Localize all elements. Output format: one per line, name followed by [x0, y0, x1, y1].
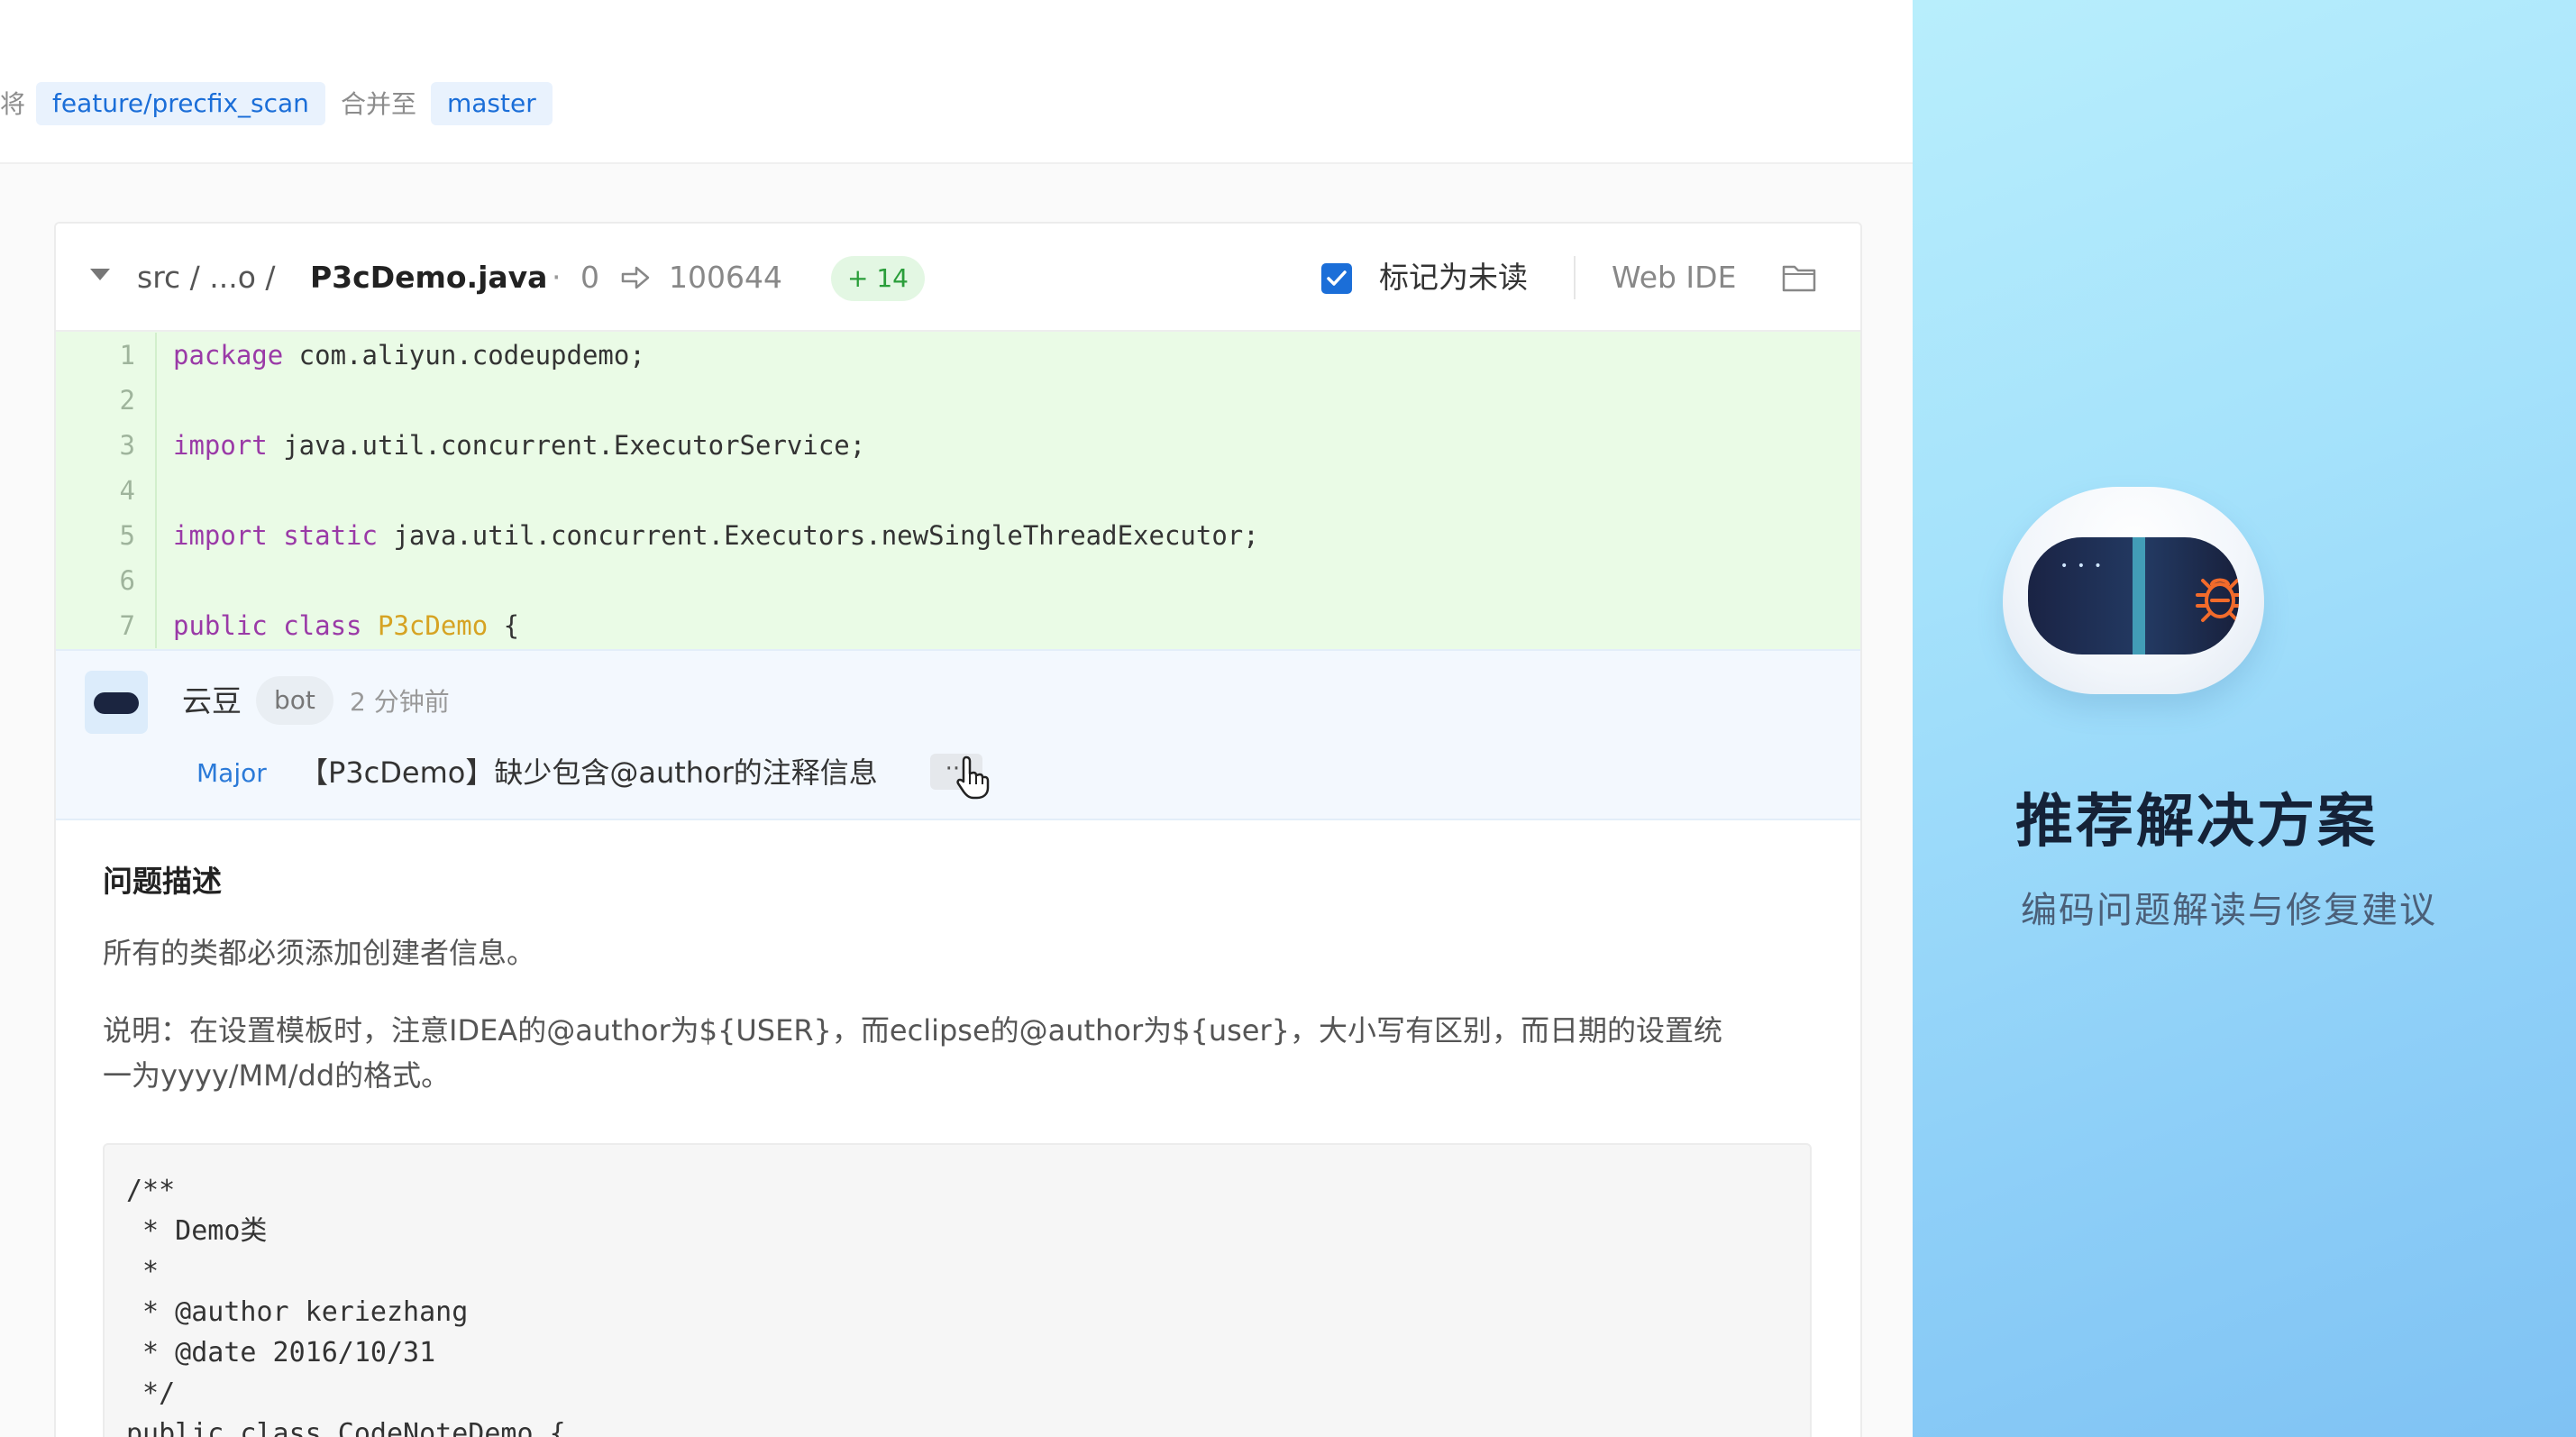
code-line: 5 import static java.util.concurrent.Exec… — [56, 513, 1860, 558]
code-token: import static — [173, 520, 378, 551]
code-text: public class P3cDemo { — [173, 603, 519, 648]
promo-panel: • • • 推荐解决方案 编码问题解读与修复建议 — [1913, 0, 2576, 1437]
code-line: 1 package com.aliyun.codeupdemo; — [56, 333, 1860, 378]
problem-description-title: 问题描述 — [103, 864, 222, 899]
file-diff-header: src / ...o / P3cDemo.java · 0 100644 + 1… — [56, 224, 1860, 332]
code-text: import static java.util.concurrent.Execu… — [173, 513, 1259, 558]
code-token: public class — [173, 610, 362, 641]
mark-unread-checkbox[interactable] — [1321, 263, 1352, 294]
comment-timestamp: 2 分钟前 — [350, 687, 450, 717]
file-path: src / ...o / — [137, 260, 276, 295]
code-token: import — [173, 430, 268, 461]
issue-detail-panel: 问题描述 所有的类都必须添加创建者信息。 说明：在设置模板时，注意IDEA的@a… — [56, 820, 1860, 1437]
problem-explanation-line2: 一为yyyy/MM/dd的格式。 — [103, 1058, 451, 1093]
visor-shine — [2133, 537, 2145, 654]
file-name[interactable]: P3cDemo.java — [310, 260, 547, 296]
old-file-mode: 0 — [580, 260, 599, 295]
code-line: 6 — [56, 558, 1860, 603]
code-line: 2 — [56, 378, 1860, 423]
example-code-block: /** * Demo类 * * @author keriezhang * @da… — [103, 1143, 1812, 1437]
code-text: package com.aliyun.codeupdemo; — [173, 333, 645, 378]
comment-author[interactable]: 云豆 — [182, 683, 242, 719]
source-branch-tag[interactable]: feature/precfix_scan — [36, 82, 325, 125]
merge-request-header: 将 feature/precfix_scan 合并至 master — [0, 0, 1913, 164]
code-line: 4 — [56, 468, 1860, 513]
line-number[interactable]: 3 — [56, 423, 157, 468]
issue-message: 【P3cDemo】缺少包含@author的注释信息 — [299, 755, 878, 790]
line-number[interactable]: 2 — [56, 378, 157, 423]
code-text: import java.util.concurrent.ExecutorServ… — [173, 423, 865, 468]
collapse-caret-icon[interactable] — [90, 269, 110, 280]
line-number[interactable]: 6 — [56, 558, 157, 603]
problem-explanation-line1: 说明：在设置模板时，注意IDEA的@author为${USER}，而eclips… — [103, 1013, 1722, 1048]
mark-unread-label[interactable]: 标记为未读 — [1379, 260, 1528, 296]
code-token: package — [173, 340, 284, 371]
code-token: java.util.concurrent.Executors.newSingle… — [377, 520, 1259, 551]
code-token: P3cDemo — [377, 610, 489, 641]
code-line: 7 public class P3cDemo { — [56, 603, 1860, 648]
line-number[interactable]: 5 — [56, 513, 157, 558]
bot-review-comment: 云豆 bot 2 分钟前 Major 【P3cDemo】缺少包含@author的… — [56, 649, 1860, 820]
bot-badge: bot — [256, 676, 333, 725]
code-token: { — [488, 610, 520, 641]
robot-eyes-icon: • • • — [2060, 559, 2105, 573]
header-separator: · — [552, 260, 562, 295]
additions-badge: + 14 — [831, 256, 925, 301]
severity-label: Major — [196, 758, 267, 788]
hand-pointer-cursor-icon — [956, 755, 990, 800]
code-token: com.aliyun.codeupdemo; — [283, 340, 645, 371]
promo-subtitle: 编码问题解读与修复建议 — [2021, 890, 2437, 931]
merge-into-text: 合并至 — [341, 89, 417, 119]
mode-change-arrow-icon — [621, 266, 650, 289]
checkmark-icon — [1327, 270, 1347, 286]
line-number[interactable]: 4 — [56, 468, 157, 513]
code-line: 3 import java.util.concurrent.ExecutorSer… — [56, 423, 1860, 468]
robot-visor: • • • — [2028, 537, 2239, 654]
code-token: java.util.concurrent.ExecutorService; — [267, 430, 866, 461]
code-diff-area: 1 package com.aliyun.codeupdemo; 2 3 import … — [56, 332, 1860, 649]
promo-title: 推荐解决方案 — [2015, 789, 2378, 856]
robot-mascot: • • • — [2003, 487, 2264, 694]
line-number[interactable]: 7 — [56, 603, 157, 648]
bug-icon — [2196, 578, 2239, 622]
folder-icon[interactable] — [1781, 261, 1817, 294]
robot-avatar-icon — [94, 692, 139, 714]
merge-prefix-text: 将 — [0, 89, 26, 119]
file-diff-card: src / ...o / P3cDemo.java · 0 100644 + 1… — [54, 222, 1862, 1437]
example-code-text: /** * Demo类 * * @author keriezhang * @da… — [126, 1175, 566, 1437]
target-branch-tag[interactable]: master — [431, 82, 553, 125]
avatar[interactable] — [85, 671, 148, 734]
header-divider — [1574, 256, 1576, 299]
problem-description-text: 所有的类都必须添加创建者信息。 — [103, 936, 536, 970]
merge-request-view: 将 feature/precfix_scan 合并至 master src / … — [0, 0, 1913, 1437]
new-file-mode: 100644 — [669, 260, 782, 295]
web-ide-button[interactable]: Web IDE — [1612, 260, 1736, 296]
line-number[interactable]: 1 — [56, 333, 157, 378]
